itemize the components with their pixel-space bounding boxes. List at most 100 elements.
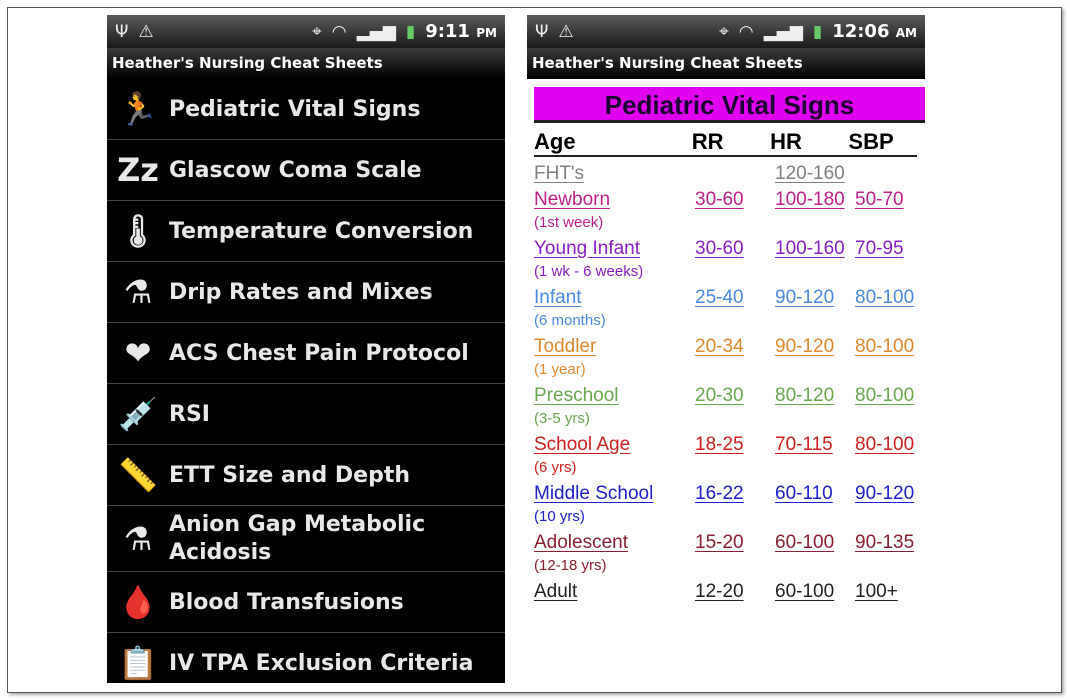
age-link[interactable]: Adult [534,581,577,602]
rr-value[interactable]: 15-20 [695,532,744,553]
menu-screen: Ψ ⚠ ⌖ ◠ ▂▄▆ ▮ 9:11 PM Heather's Nursing … [107,15,505,683]
age-link[interactable]: Newborn [534,189,610,210]
age-range: (6 yrs) [534,459,577,476]
syringe-icon: 💉 [118,395,158,433]
sbp-value[interactable]: 90-135 [855,532,914,553]
blood-bag-icon: 🩸 [118,583,158,621]
hr-value[interactable]: 70-115 [775,434,833,455]
age-range: (1 wk - 6 weeks) [534,263,644,280]
rr-value[interactable]: 30-60 [695,238,744,259]
menu-item-label: ACS Chest Pain Protocol [169,340,469,366]
rr-value[interactable]: 20-34 [695,336,744,357]
sheet-screen: Ψ ⚠ ⌖ ◠ ▂▄▆ ▮ 12:06 AM Heather's Nursing… [527,15,925,683]
hr-value[interactable]: 60-100 [775,581,834,602]
heart-ecg-icon: ❤ [124,334,152,372]
app-title: Heather's Nursing Cheat Sheets [107,48,505,79]
thermometer-icon: 🌡 [117,212,159,250]
menu-item[interactable]: 🌡 Temperature Conversion [107,201,505,262]
menu-item[interactable]: 🩸 Blood Transfusions [107,572,505,633]
age-link[interactable]: Middle School [534,483,653,504]
table-row: Toddler 20-34 90-120 80-100 (1 year) [534,334,925,383]
menu-item-label: RSI [169,401,210,427]
rr-value[interactable]: 30-60 [695,189,744,210]
gps-icon: ⌖ [312,21,322,42]
rr-value[interactable]: 12-20 [695,581,744,602]
sbp-value[interactable]: 90-120 [855,483,914,504]
hr-value[interactable]: 60-100 [775,532,834,553]
age-range: (12-18 yrs) [534,557,607,574]
menu-item[interactable]: 💉 RSI [107,384,505,445]
hr-value[interactable]: 90-120 [775,336,834,357]
age-link[interactable]: FHT's [534,163,584,184]
signal-icon: ▂▄▆ [763,21,803,42]
table-row: Newborn 30-60 100-180 50-70 (1st week) [534,187,925,236]
table-row: Young Infant 30-60 100-160 70-95 (1 wk - 6 w… [534,236,925,285]
menu-item-label: Blood Transfusions [169,589,404,615]
wifi-icon: ◠ [738,21,754,42]
age-range: (1 year) [534,361,586,378]
signal-icon: ▂▄▆ [356,21,396,42]
menu-list: 🏃 Pediatric Vital Signs Zz Glascow Coma Sca… [107,79,505,683]
age-range: (6 months) [534,312,606,329]
sbp-value[interactable]: 80-100 [855,434,914,455]
rr-value[interactable]: 25-40 [695,287,744,308]
sbp-value[interactable]: 80-100 [855,287,914,308]
vital-signs-sheet: Pediatric Vital Signs Age RR HR SBP FHT'… [527,79,925,604]
sbp-value[interactable]: 50-70 [855,189,904,210]
hr-value[interactable]: 100-180 [775,189,845,210]
table-row: Adolescent 15-20 60-100 90-135 (12-18 yrs) [534,530,925,579]
hr-value[interactable]: 90-120 [775,287,834,308]
menu-item-label: ETT Size and Depth [169,462,411,488]
header-rr: RR [691,129,724,154]
menu-item[interactable]: 📏 ETT Size and Depth [107,445,505,506]
age-range: (3-5 yrs) [534,410,590,427]
hr-value[interactable]: 120-160 [775,163,845,184]
table-row: School Age 18-25 70-115 80-100 (6 yrs) [534,432,925,481]
rr-value[interactable]: 16-22 [695,483,744,504]
age-link[interactable]: Preschool [534,385,619,406]
tape-measure-icon: 📏 [118,456,158,494]
mortar-pestle-icon: ⚗ [123,273,153,311]
sleep-zzz-icon: Zz [117,151,159,189]
flask-icon: ⚗ [123,519,153,558]
hr-value[interactable]: 60-110 [775,483,833,504]
age-link[interactable]: Young Infant [534,238,640,259]
table-header: Age RR HR SBP [534,129,917,157]
menu-item-label: Temperature Conversion [169,218,474,244]
status-bar: Ψ ⚠ ⌖ ◠ ▂▄▆ ▮ 12:06 AM [527,15,925,48]
warning-icon: ⚠ [138,21,154,42]
running-man-icon: 🏃 [118,90,158,128]
menu-item[interactable]: ⚗ Drip Rates and Mixes [107,262,505,323]
sbp-value[interactable]: 70-95 [855,238,904,259]
usb-icon: Ψ [115,21,129,42]
rr-value[interactable]: 20-30 [695,385,744,406]
sbp-value[interactable]: 100+ [855,581,898,602]
table-row: Preschool 20-30 80-120 80-100 (3-5 yrs) [534,383,925,432]
menu-item[interactable]: ⚗ Anion Gap Metabolic Acidosis [107,506,505,572]
age-link[interactable]: Adolescent [534,532,628,553]
menu-item-label: Drip Rates and Mixes [169,279,433,305]
menu-item[interactable]: Zz Glascow Coma Scale [107,140,505,201]
sbp-value[interactable]: 80-100 [855,385,914,406]
age-range: (10 yrs) [534,508,585,525]
age-link[interactable]: Infant [534,287,582,308]
hr-value[interactable]: 80-120 [775,385,834,406]
sbp-value[interactable]: 80-100 [855,336,914,357]
sheet-title: Pediatric Vital Signs [534,87,925,123]
menu-item[interactable]: ❤ ACS Chest Pain Protocol [107,323,505,384]
table-row: FHT's 120-160 [534,161,925,186]
hr-value[interactable]: 100-160 [775,238,845,259]
menu-item-label: Glascow Coma Scale [169,157,422,183]
gps-icon: ⌖ [719,21,729,42]
clock: 12:06 AM [832,21,917,42]
rr-value[interactable]: 18-25 [695,434,744,455]
age-link[interactable]: School Age [534,434,630,455]
status-bar: Ψ ⚠ ⌖ ◠ ▂▄▆ ▮ 9:11 PM [107,15,505,48]
header-hr: HR [770,129,802,154]
header-sbp: SBP [848,129,894,154]
clipboard-icon: 📋 [118,644,158,682]
age-link[interactable]: Toddler [534,336,596,357]
menu-item[interactable]: 📋 IV TPA Exclusion Criteria [107,633,505,683]
menu-item[interactable]: 🏃 Pediatric Vital Signs [107,79,505,140]
age-range: (1st week) [534,214,604,231]
